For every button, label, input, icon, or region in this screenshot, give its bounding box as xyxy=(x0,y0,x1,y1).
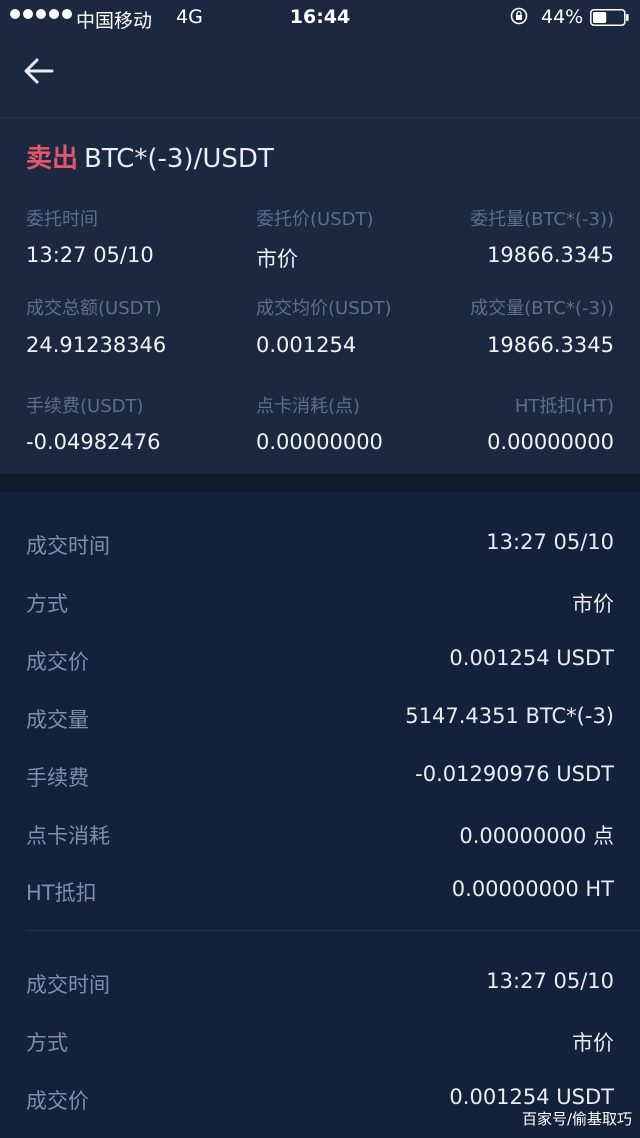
point-card-value: 0.00000000 xyxy=(256,430,383,454)
order-title: 卖出 BTC*(-3)/USDT xyxy=(26,138,274,175)
order-time-value: 13:27 05/10 xyxy=(26,243,154,267)
filled-total-value: 24.91238346 xyxy=(26,333,167,357)
point-card-label: 点卡消耗(点) xyxy=(256,396,361,417)
trade-fee-label: 手续费 xyxy=(26,766,89,790)
trade-type-value: 市价 xyxy=(572,1031,614,1055)
order-side: 卖出 xyxy=(26,144,79,174)
trade-price-label: 成交价 xyxy=(26,650,89,674)
filled-amount-value: 19866.3345 xyxy=(487,333,614,357)
trade-price-value: 0.001254 USDT xyxy=(449,1085,614,1109)
trade-type-label: 方式 xyxy=(26,592,68,616)
trade-type-label: 方式 xyxy=(26,1031,68,1055)
trade-ht-label: HT抵扣 xyxy=(26,881,97,905)
order-price-label: 委托价(USDT) xyxy=(256,209,374,230)
filled-total-label: 成交总额(USDT) xyxy=(26,298,162,319)
trade-amount-label: 成交量 xyxy=(26,708,89,732)
fee-value: -0.04982476 xyxy=(26,430,161,454)
trade-time-value: 13:27 05/10 xyxy=(486,969,614,993)
avg-price-label: 成交均价(USDT) xyxy=(256,298,392,319)
trade-fee-value: -0.01290976 USDT xyxy=(415,762,614,786)
ht-deduction-label: HT抵扣(HT) xyxy=(514,396,614,417)
rotation-lock-icon xyxy=(510,7,528,25)
ht-deduction-value: 0.00000000 xyxy=(487,430,614,454)
battery-percent: 44% xyxy=(541,6,584,28)
trade-ht-value: 0.00000000 HT xyxy=(451,877,614,901)
trade-separator xyxy=(26,930,640,931)
back-arrow-icon[interactable] xyxy=(22,54,56,88)
status-bar: 中国移动 4G 16:44 44% xyxy=(0,0,640,36)
order-time-label: 委托时间 xyxy=(26,209,98,230)
trade-point-card-label: 点卡消耗 xyxy=(26,824,110,848)
trade-amount-value: 5147.4351 BTC*(-3) xyxy=(405,704,614,728)
battery-icon xyxy=(590,9,629,26)
trade-price-label: 成交价 xyxy=(26,1089,89,1113)
trade-time-label: 成交时间 xyxy=(26,534,110,558)
trade-point-card-value: 0.00000000 点 xyxy=(459,824,614,848)
watermark: 百家号/偷基取巧 xyxy=(521,1110,632,1128)
filled-amount-label: 成交量(BTC*(-3)) xyxy=(470,298,614,319)
order-price-value: 市价 xyxy=(256,247,298,271)
trade-time-value: 13:27 05/10 xyxy=(486,530,614,554)
section-divider xyxy=(0,474,640,492)
trading-pair: BTC*(-3)/USDT xyxy=(84,144,274,174)
trade-time-label: 成交时间 xyxy=(26,973,110,997)
order-amount-value: 19866.3345 xyxy=(487,243,614,267)
order-amount-label: 委托量(BTC*(-3)) xyxy=(470,209,614,230)
fee-label: 手续费(USDT) xyxy=(26,396,144,417)
trade-type-value: 市价 xyxy=(572,592,614,616)
trade-price-value: 0.001254 USDT xyxy=(449,646,614,670)
avg-price-value: 0.001254 xyxy=(256,333,357,357)
